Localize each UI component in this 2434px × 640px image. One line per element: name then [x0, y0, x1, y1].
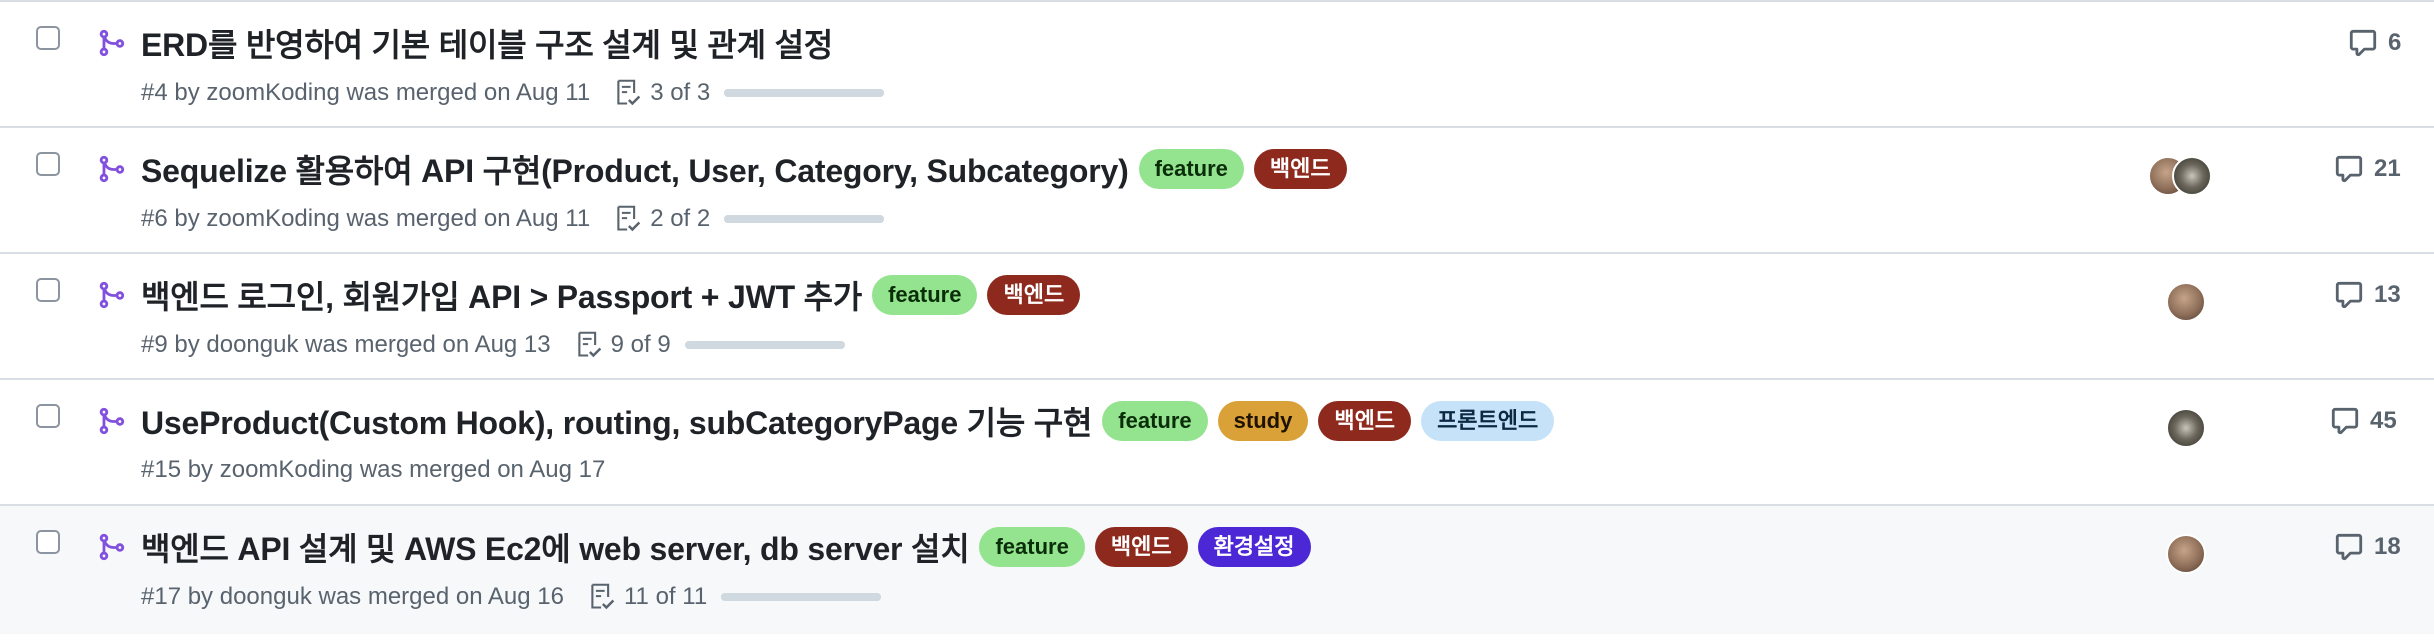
- merged-pr-icon: [99, 29, 125, 57]
- comment-icon: [2349, 29, 2377, 57]
- title-line: Sequelize 활용하여 API 구현(Product, User, Cat…: [141, 146, 1347, 192]
- comment-count: 21: [2374, 155, 2401, 182]
- avatar[interactable]: [2166, 282, 2206, 322]
- comment-icon: [2335, 533, 2363, 561]
- label-backend[interactable]: 백엔드: [987, 275, 1081, 315]
- assignee-avatars: [2148, 156, 2212, 196]
- label-study[interactable]: study: [1217, 401, 1309, 441]
- assignee-avatars: [2166, 408, 2206, 448]
- pr-title-link[interactable]: ERD를 반영하여 기본 테이블 구조 설계 및 관계 설정: [141, 20, 833, 66]
- task-progress-bar: [721, 593, 882, 601]
- pull-request-row: UseProduct(Custom Hook), routing, subCat…: [0, 380, 2434, 506]
- pull-request-list: ERD를 반영하여 기본 테이블 구조 설계 및 관계 설정 #4 by zoo…: [0, 0, 2434, 640]
- label-backend[interactable]: 백엔드: [1253, 149, 1347, 189]
- task-list-icon: [617, 205, 641, 232]
- merged-pr-icon: [99, 281, 125, 309]
- select-checkbox[interactable]: [36, 26, 60, 50]
- label-feature[interactable]: feature: [1102, 401, 1208, 441]
- pr-title-link[interactable]: 백엔드 로그인, 회원가입 API > Passport + JWT 추가: [141, 272, 862, 318]
- label-frontend[interactable]: 프론트엔드: [1421, 401, 1555, 441]
- task-count: 9 of 9: [610, 331, 671, 358]
- task-progress-bar: [684, 341, 845, 349]
- label-feature[interactable]: feature: [1138, 149, 1244, 189]
- task-count: 11 of 11: [623, 583, 708, 610]
- pr-meta-text: #15 by zoomKoding was merged on Aug 17: [141, 456, 606, 483]
- comments-link[interactable]: 13: [2334, 280, 2401, 310]
- select-checkbox[interactable]: [36, 278, 60, 302]
- title-line: 백엔드 로그인, 회원가입 API > Passport + JWT 추가 fe…: [141, 272, 1081, 318]
- task-list-icon: [577, 331, 601, 358]
- pull-request-row: ERD를 반영하여 기본 테이블 구조 설계 및 관계 설정 #4 by zoo…: [0, 2, 2434, 128]
- task-count: 3 of 3: [650, 79, 711, 106]
- pr-meta-text: #17 by doonguk was merged on Aug 16: [141, 583, 564, 610]
- pr-meta-text: #9 by doonguk was merged on Aug 13: [141, 331, 551, 358]
- pr-title-link[interactable]: UseProduct(Custom Hook), routing, subCat…: [141, 398, 1092, 444]
- merged-pr-icon: [99, 155, 125, 183]
- title-line: 백엔드 API 설계 및 AWS Ec2에 web server, db ser…: [141, 524, 1311, 570]
- label-environment[interactable]: 환경설정: [1197, 527, 1311, 567]
- comment-count: 13: [2374, 281, 2401, 308]
- avatar[interactable]: [2166, 408, 2206, 448]
- task-list-icon: [617, 79, 641, 106]
- task-progress-bar: [724, 89, 885, 97]
- avatar[interactable]: [2166, 534, 2206, 574]
- comments-link[interactable]: 21: [2334, 154, 2401, 184]
- label-feature[interactable]: feature: [872, 275, 978, 315]
- pr-meta-text: #4 by zoomKoding was merged on Aug 11: [141, 79, 591, 106]
- comment-count: 18: [2374, 533, 2401, 560]
- assignee-avatars: [2166, 534, 2206, 574]
- select-checkbox[interactable]: [36, 530, 60, 554]
- pull-request-row: Sequelize 활용하여 API 구현(Product, User, Cat…: [0, 128, 2434, 254]
- title-line: ERD를 반영하여 기본 테이블 구조 설계 및 관계 설정: [141, 20, 833, 66]
- pull-request-row: 백엔드 로그인, 회원가입 API > Passport + JWT 추가 fe…: [0, 254, 2434, 380]
- pr-title-link[interactable]: 백엔드 API 설계 및 AWS Ec2에 web server, db ser…: [141, 524, 970, 570]
- assignee-avatars: [2166, 282, 2206, 322]
- task-count: 2 of 2: [650, 205, 711, 232]
- comments-link[interactable]: 18: [2334, 532, 2401, 562]
- pr-meta: #15 by zoomKoding was merged on Aug 17: [141, 456, 605, 484]
- label-backend[interactable]: 백엔드: [1094, 527, 1188, 567]
- pr-title-link[interactable]: Sequelize 활용하여 API 구현(Product, User, Cat…: [141, 146, 1129, 192]
- comment-icon: [2331, 407, 2359, 435]
- pr-meta-text: #6 by zoomKoding was merged on Aug 11: [141, 205, 591, 232]
- comment-count: 6: [2388, 29, 2402, 56]
- label-feature[interactable]: feature: [979, 527, 1085, 567]
- comment-icon: [2335, 155, 2363, 183]
- pr-meta: #9 by doonguk was merged on Aug 13 9 of …: [141, 330, 845, 360]
- task-list-icon: [591, 583, 615, 610]
- select-checkbox[interactable]: [36, 404, 60, 428]
- merged-pr-icon: [99, 533, 125, 561]
- pr-meta: #4 by zoomKoding was merged on Aug 11 3 …: [141, 78, 885, 108]
- pr-meta: #6 by zoomKoding was merged on Aug 11 2 …: [141, 204, 885, 234]
- comments-link[interactable]: 45: [2330, 406, 2397, 436]
- pr-meta: #17 by doonguk was merged on Aug 16 11 o…: [141, 582, 882, 612]
- task-progress-bar: [724, 215, 885, 223]
- pull-request-row: 백엔드 API 설계 및 AWS Ec2에 web server, db ser…: [0, 506, 2434, 634]
- comments-link[interactable]: 6: [2348, 28, 2401, 58]
- label-backend[interactable]: 백엔드: [1318, 401, 1412, 441]
- comment-count: 45: [2370, 407, 2397, 434]
- avatar[interactable]: [2172, 156, 2212, 196]
- select-checkbox[interactable]: [36, 152, 60, 176]
- comment-icon: [2335, 281, 2363, 309]
- title-line: UseProduct(Custom Hook), routing, subCat…: [141, 398, 1555, 444]
- merged-pr-icon: [99, 407, 125, 435]
